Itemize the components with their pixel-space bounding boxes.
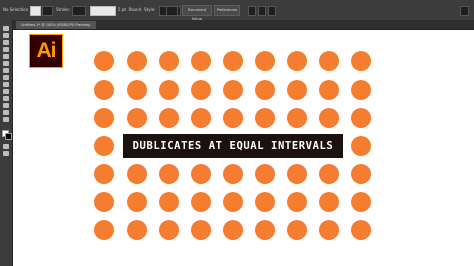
orange-circle[interactable] xyxy=(351,108,371,128)
orange-circle[interactable] xyxy=(127,220,147,240)
orange-circle[interactable] xyxy=(287,164,307,184)
pen-tool-icon[interactable] xyxy=(3,47,9,52)
stroke-label: Stroke: xyxy=(56,7,71,12)
transform-icon[interactable] xyxy=(258,6,266,16)
orange-circle[interactable] xyxy=(255,192,275,212)
orange-circle[interactable] xyxy=(287,220,307,240)
orange-circle[interactable] xyxy=(255,51,275,71)
orange-circle[interactable] xyxy=(159,51,179,71)
orange-circle[interactable] xyxy=(223,80,243,100)
eraser-tool-icon[interactable] xyxy=(3,89,9,94)
control-bar: No Selection Stroke: 5 pt. Round Style: … xyxy=(0,0,474,21)
selection-label: No Selection xyxy=(3,7,29,12)
orange-circle[interactable] xyxy=(319,51,339,71)
magic-wand-tool-icon[interactable] xyxy=(3,40,9,45)
rotate-tool-icon[interactable] xyxy=(3,96,9,101)
orange-circle[interactable] xyxy=(127,108,147,128)
fill-swatch[interactable] xyxy=(30,6,41,16)
orange-circle[interactable] xyxy=(223,108,243,128)
orange-circle[interactable] xyxy=(351,136,371,156)
hand-tool-icon[interactable] xyxy=(3,144,9,149)
pencil-tool-icon[interactable] xyxy=(3,82,9,87)
orange-circle[interactable] xyxy=(255,80,275,100)
orange-circle[interactable] xyxy=(159,164,179,184)
orange-circle[interactable] xyxy=(159,220,179,240)
rectangle-tool-icon[interactable] xyxy=(3,68,9,73)
stroke-swatch[interactable] xyxy=(42,6,53,16)
tools-panel xyxy=(0,20,13,266)
orange-circle[interactable] xyxy=(287,108,307,128)
title-banner: DUBLICATES AT EQUAL INTERVALS xyxy=(123,134,343,158)
orange-circle[interactable] xyxy=(127,192,147,212)
orange-circle[interactable] xyxy=(223,192,243,212)
orange-circle[interactable] xyxy=(255,108,275,128)
line-tool-icon[interactable] xyxy=(3,61,9,66)
orange-circle[interactable] xyxy=(191,51,211,71)
orange-circle[interactable] xyxy=(159,80,179,100)
stroke-color-icon[interactable] xyxy=(5,133,12,140)
orange-circle[interactable] xyxy=(223,51,243,71)
orange-circle[interactable] xyxy=(127,51,147,71)
orange-circle[interactable] xyxy=(223,164,243,184)
orange-circle[interactable] xyxy=(351,192,371,212)
document-tab[interactable]: Untitled-1* @ 100% (RGB/GPU Preview) xyxy=(16,21,96,29)
orange-circle[interactable] xyxy=(94,220,114,240)
graphic-style-picker[interactable] xyxy=(166,6,178,16)
orange-circle[interactable] xyxy=(319,220,339,240)
preferences-button[interactable]: Preferences xyxy=(214,5,240,16)
orange-circle[interactable] xyxy=(191,108,211,128)
orange-circle[interactable] xyxy=(351,51,371,71)
document-tab-bar: Untitled-1* @ 100% (RGB/GPU Preview) xyxy=(13,20,474,30)
orange-circle[interactable] xyxy=(159,108,179,128)
orange-circle[interactable] xyxy=(191,164,211,184)
type-tool-icon[interactable] xyxy=(3,54,9,59)
orange-circle[interactable] xyxy=(94,164,114,184)
width-tool-icon[interactable] xyxy=(3,110,9,115)
orange-circle[interactable] xyxy=(94,136,114,156)
orange-circle[interactable] xyxy=(255,220,275,240)
orange-circle[interactable] xyxy=(223,220,243,240)
scale-tool-icon[interactable] xyxy=(3,103,9,108)
zoom-tool-icon[interactable] xyxy=(3,151,9,156)
panel-menu-icon[interactable] xyxy=(460,6,469,16)
orange-circle[interactable] xyxy=(287,51,307,71)
isolate-icon[interactable] xyxy=(268,6,276,16)
orange-circle[interactable] xyxy=(287,80,307,100)
paintbrush-tool-icon[interactable] xyxy=(3,75,9,80)
orange-circle[interactable] xyxy=(351,80,371,100)
orange-circle[interactable] xyxy=(255,164,275,184)
orange-circle[interactable] xyxy=(127,164,147,184)
brush-definition[interactable]: 5 pt. Round xyxy=(118,5,141,15)
orange-circle[interactable] xyxy=(94,108,114,128)
orange-circle[interactable] xyxy=(159,192,179,212)
orange-circle[interactable] xyxy=(94,192,114,212)
align-icon[interactable] xyxy=(248,6,256,16)
orange-circle[interactable] xyxy=(351,164,371,184)
variable-width-profile[interactable] xyxy=(90,6,116,16)
orange-circle[interactable] xyxy=(319,108,339,128)
orange-circle[interactable] xyxy=(191,192,211,212)
orange-circle[interactable] xyxy=(319,164,339,184)
orange-circle[interactable] xyxy=(94,51,114,71)
orange-circle[interactable] xyxy=(319,80,339,100)
orange-circle[interactable] xyxy=(351,220,371,240)
illustrator-logo: Ai xyxy=(29,34,63,68)
style-label: Style: xyxy=(144,7,156,12)
selection-tool-icon[interactable] xyxy=(3,26,9,31)
orange-circle[interactable] xyxy=(191,220,211,240)
direct-selection-tool-icon[interactable] xyxy=(3,33,9,38)
orange-circle[interactable] xyxy=(319,192,339,212)
orange-circle[interactable] xyxy=(287,192,307,212)
stroke-weight-field[interactable] xyxy=(72,6,86,16)
eyedropper-tool-icon[interactable] xyxy=(3,117,9,122)
orange-circle[interactable] xyxy=(191,80,211,100)
orange-circle[interactable] xyxy=(94,80,114,100)
orange-circle[interactable] xyxy=(127,80,147,100)
document-setup-button[interactable]: Document Setup xyxy=(182,5,212,21)
